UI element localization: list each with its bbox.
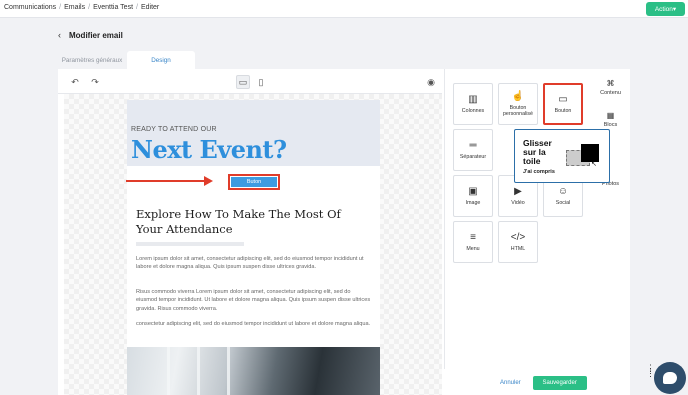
block-label: Colonnes <box>461 108 485 114</box>
photo-detail <box>167 347 170 395</box>
undo-icon[interactable]: ↶ <box>68 75 82 89</box>
blocks-icon: ▦ <box>606 111 615 120</box>
shapes-icon: ⌘ <box>606 79 615 88</box>
photo-detail <box>227 347 230 395</box>
breadcrumb-current: Editer <box>140 4 160 11</box>
desktop-icon[interactable]: ▭ <box>236 75 250 89</box>
block-menu[interactable]: ≡ Menu <box>453 221 493 263</box>
editor-toolbar: ↶ ↷ ▭ ▯ ◉ <box>58 69 442 94</box>
top-bar: Communications / Emails / Eventtia Test … <box>0 0 688 18</box>
block-label: Séparateur <box>459 154 487 160</box>
menu-icon: ≡ <box>470 232 476 243</box>
eye-icon[interactable]: ◉ <box>424 75 438 89</box>
users-icon: ☺ <box>557 186 569 197</box>
code-icon: </> <box>510 232 526 243</box>
breadcrumb-separator: / <box>136 4 138 11</box>
chat-bubble-icon <box>663 372 677 384</box>
breadcrumb-separator: / <box>88 4 91 11</box>
button-block-highlight[interactable]: Buton <box>228 174 280 190</box>
editor-tabs: Paramètres généraux Design <box>58 51 630 69</box>
hero-kicker: READY TO ATTEND OUR <box>131 126 217 133</box>
caret-down-icon: ▾ <box>672 6 677 13</box>
breadcrumb-emails[interactable]: Emails <box>64 4 85 11</box>
page-header: ‹ Modifier email <box>58 30 123 40</box>
action-button-label: Action <box>654 5 673 13</box>
action-button[interactable]: Action ▾ <box>646 2 685 16</box>
tooltip-title: Glisser sur la toile <box>523 138 552 166</box>
block-label: Vidéo <box>511 200 525 206</box>
tab-general-settings[interactable]: Paramètres généraux <box>58 51 126 69</box>
block-label: Bouton <box>554 108 572 114</box>
button-icon: ▭ <box>558 94 568 105</box>
save-button[interactable]: Sauvegarder <box>532 376 587 390</box>
breadcrumb: Communications / Emails / Eventtia Test … <box>4 4 159 11</box>
tab-design[interactable]: Design <box>127 51 195 69</box>
image-icon: ▣ <box>468 186 478 197</box>
columns-icon: ▥ <box>468 94 478 105</box>
separator-icon: ═ <box>469 140 477 151</box>
breadcrumb-event[interactable]: Eventtia Test <box>93 4 133 11</box>
block-label: Image <box>465 200 481 206</box>
chat-icon[interactable] <box>654 362 686 394</box>
page-title: Modifier email <box>69 30 123 40</box>
cancel-button[interactable]: Annuler <box>500 380 521 386</box>
arrow-left-icon[interactable]: ‹ <box>58 30 61 40</box>
hero-banner[interactable]: READY TO ATTEND OUR Next Event? <box>127 100 380 166</box>
block-button[interactable]: ▭ Bouton <box>543 83 583 125</box>
side-tab-blocks[interactable]: ▦ Blocs <box>591 111 630 128</box>
redo-icon[interactable]: ↷ <box>88 75 102 89</box>
block-columns[interactable]: ▥ Colonnes <box>453 83 493 125</box>
block-label: Social <box>555 200 571 206</box>
block-custom-button[interactable]: ☝ Bouton personnalisé <box>498 83 538 125</box>
block-label: Menu <box>466 246 480 252</box>
email-paragraph[interactable]: Risus commodo viverra Lorem ipsum dolor … <box>136 288 371 313</box>
side-tab-label: Blocs <box>603 122 618 128</box>
email-subheading[interactable]: Explore How To Make The Most Of Your Att… <box>136 207 366 237</box>
block-html[interactable]: </> HTML <box>498 221 538 263</box>
drag-hint-tooltip: Glisser sur la toile J'ai compris ↖ <box>514 129 610 183</box>
block-label: Bouton personnalisé <box>502 105 534 117</box>
annotation-arrow <box>126 180 206 182</box>
block-label: HTML <box>510 246 526 252</box>
email-paragraph[interactable]: consectetur adipiscing elit, sed do eius… <box>136 320 371 328</box>
divider <box>136 242 244 246</box>
cursor-icon: ↖ <box>591 161 597 168</box>
breadcrumb-separator: / <box>59 4 62 11</box>
annotation-arrowhead <box>204 176 213 186</box>
block-separator[interactable]: ═ Séparateur <box>453 129 493 171</box>
email-photo[interactable] <box>127 347 380 395</box>
hero-headline: Next Event? <box>131 135 287 164</box>
photo-detail <box>197 347 200 395</box>
play-icon: ▶ <box>514 186 522 197</box>
side-tab-content[interactable]: ⌘ Contenu <box>591 79 630 96</box>
breadcrumb-communications[interactable]: Communications <box>4 4 56 11</box>
block-image[interactable]: ▣ Image <box>453 175 493 217</box>
email-preview: READY TO ATTEND OUR Next Event? Buton Ex… <box>127 100 380 395</box>
mobile-icon[interactable]: ▯ <box>254 75 268 89</box>
hand-pointer-icon: ☝ <box>511 91 525 102</box>
panel-side-tabs: ⌘ Contenu ▦ Blocs Photos <box>591 69 630 369</box>
email-cta-button[interactable]: Buton <box>231 177 277 187</box>
side-tab-label: Contenu <box>600 90 621 96</box>
tooltip-dismiss[interactable]: J'ai compris <box>523 169 555 175</box>
footer-actions: Annuler Sauvegarder <box>500 376 587 390</box>
email-editor: ↶ ↷ ▭ ▯ ◉ READY TO ATTEND OUR Next Event… <box>58 69 630 395</box>
email-paragraph[interactable]: Lorem ipsum dolor sit amet, consectetur … <box>136 255 371 272</box>
design-canvas[interactable]: READY TO ATTEND OUR Next Event? Buton Ex… <box>64 94 442 395</box>
blocks-panel: ▥ Colonnes ☝ Bouton personnalisé ▭ Bouto… <box>444 69 590 369</box>
